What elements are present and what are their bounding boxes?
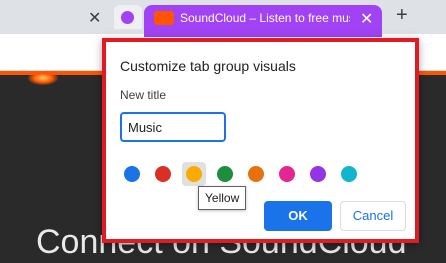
close-icon[interactable]: ✕: [360, 9, 373, 29]
tab-title: SoundCloud – Listen to free mus: [180, 11, 350, 25]
swatch-tooltip: Yellow: [198, 186, 247, 210]
swatch-cyan-circle: [341, 166, 357, 182]
cancel-button[interactable]: Cancel: [340, 201, 406, 231]
swatch-purple-circle: [310, 166, 326, 182]
swatch-orange[interactable]: [244, 162, 268, 186]
swatch-red-circle: [155, 166, 171, 182]
swatch-orange-circle: [248, 166, 264, 182]
page-flare-graphic: [28, 71, 58, 85]
swatch-yellow-circle: [186, 166, 202, 182]
swatch-green-circle: [217, 166, 233, 182]
ok-button[interactable]: OK: [264, 201, 332, 231]
close-icon[interactable]: ✕: [88, 8, 101, 28]
swatch-blue-circle: [124, 166, 140, 182]
tab-group-chip[interactable]: [114, 5, 142, 29]
swatch-red[interactable]: [151, 162, 175, 186]
swatch-yellow[interactable]: [182, 162, 206, 186]
swatch-purple[interactable]: [306, 162, 330, 186]
swatch-cyan[interactable]: [337, 162, 361, 186]
tab-group-underline: [144, 34, 382, 37]
swatch-green[interactable]: [213, 162, 237, 186]
swatch-pink-circle: [279, 166, 295, 182]
tab-strip: ✕ SoundCloud – Listen to free mus ✕ +: [0, 0, 446, 34]
tab-previous[interactable]: ✕: [0, 0, 110, 34]
title-label: New title: [120, 88, 167, 102]
soundcloud-favicon-icon: [154, 11, 174, 25]
new-tab-button[interactable]: +: [396, 4, 408, 27]
tab-group-editor-dialog: Customize tab group visuals New title Ye…: [102, 38, 419, 243]
color-swatches: [120, 162, 380, 186]
group-color-dot: [121, 11, 134, 24]
swatch-blue[interactable]: [120, 162, 144, 186]
swatch-pink[interactable]: [275, 162, 299, 186]
dialog-heading: Customize tab group visuals: [120, 58, 296, 74]
tab-soundcloud[interactable]: SoundCloud – Listen to free mus ✕: [144, 5, 382, 34]
group-title-input[interactable]: [120, 112, 226, 142]
